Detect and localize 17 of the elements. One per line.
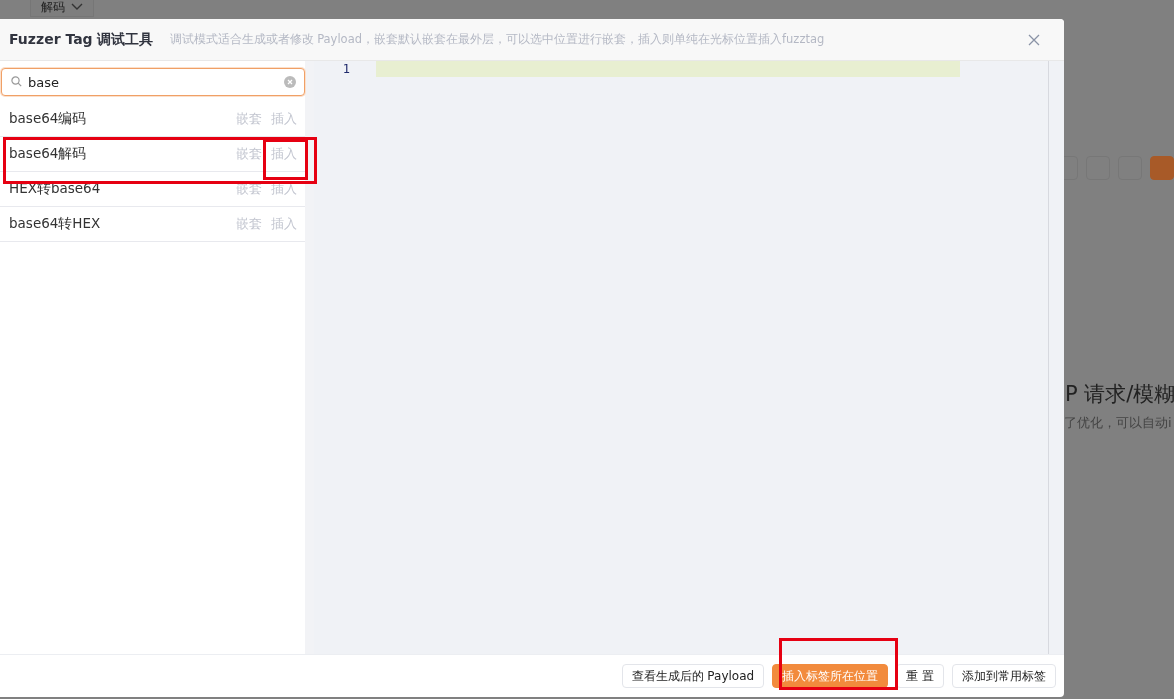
- chevron-icon: [71, 3, 83, 11]
- tag-name: base64解码: [9, 145, 87, 163]
- action-button[interactable]: 重 置: [896, 664, 944, 688]
- dialog-title: Fuzzer Tag 调试工具: [9, 30, 154, 49]
- search-icon: [11, 76, 22, 87]
- action-button[interactable]: 查看生成后的 Payload: [621, 664, 765, 688]
- tag-name: base64转HEX: [9, 215, 101, 233]
- close-icon[interactable]: [1028, 33, 1040, 46]
- dialog-hint: 调试模式适合生成或者修改 Payload，嵌套默认嵌套在最外层，可以选中位置进行嵌套，插入则单纯在光标位置插入fuzztag: [169, 32, 826, 47]
- action-button[interactable]: 插入标签所在位置: [772, 664, 889, 688]
- line-number: 1: [342, 61, 350, 77]
- empty-state-title: P 请求/模糊: [1065, 381, 1174, 408]
- search-field[interactable]: base: [1, 68, 305, 96]
- clear-icon[interactable]: [284, 76, 296, 88]
- tag-name: base64编码: [9, 110, 87, 128]
- dropdown-tab[interactable]: 解码: [30, 0, 94, 17]
- action-button[interactable]: 添加到常用标签: [952, 664, 1056, 688]
